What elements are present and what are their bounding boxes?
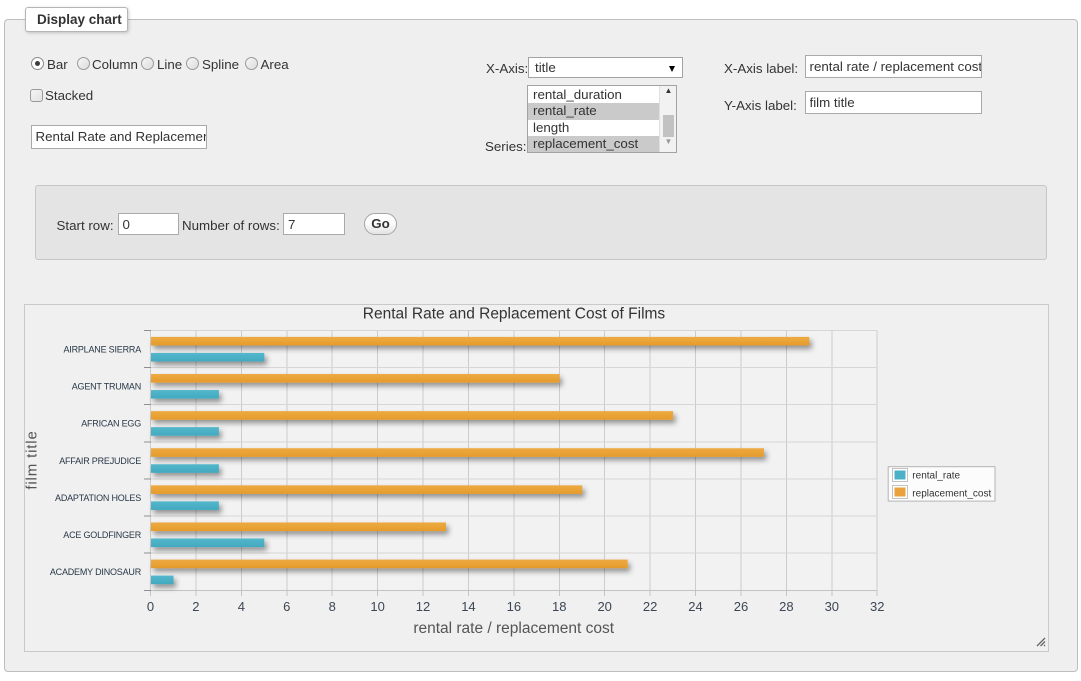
svg-text:18: 18: [552, 599, 566, 614]
svg-text:ACADEMY DINOSAUR: ACADEMY DINOSAUR: [50, 567, 142, 577]
svg-text:ACE GOLDFINGER: ACE GOLDFINGER: [63, 530, 141, 540]
svg-text:16: 16: [507, 599, 521, 614]
svg-text:2: 2: [192, 599, 199, 614]
svg-text:rental rate / replacement cost: rental rate / replacement cost: [413, 620, 614, 637]
svg-text:22: 22: [643, 599, 657, 614]
svg-text:10: 10: [370, 599, 384, 614]
svg-text:20: 20: [597, 599, 611, 614]
svg-text:14: 14: [461, 599, 475, 614]
svg-text:6: 6: [283, 599, 290, 614]
svg-text:24: 24: [688, 599, 702, 614]
svg-text:0: 0: [147, 599, 154, 614]
svg-text:32: 32: [870, 599, 884, 614]
svg-text:Rental Rate and Replacement Co: Rental Rate and Replacement Cost of Film…: [363, 306, 666, 323]
svg-text:AFRICAN EGG: AFRICAN EGG: [81, 419, 141, 429]
svg-text:28: 28: [779, 599, 793, 614]
svg-text:26: 26: [734, 599, 748, 614]
svg-text:replacement_cost: replacement_cost: [912, 488, 991, 499]
svg-text:ADAPTATION HOLES: ADAPTATION HOLES: [55, 493, 141, 503]
svg-text:film title: film title: [24, 430, 41, 489]
svg-text:AGENT TRUMAN: AGENT TRUMAN: [72, 382, 141, 392]
svg-text:8: 8: [329, 599, 336, 614]
svg-text:AFFAIR PREJUDICE: AFFAIR PREJUDICE: [59, 456, 141, 466]
svg-text:4: 4: [238, 599, 245, 614]
svg-text:12: 12: [416, 599, 430, 614]
svg-text:AIRPLANE SIERRA: AIRPLANE SIERRA: [63, 344, 141, 354]
svg-text:rental_rate: rental_rate: [912, 471, 960, 482]
svg-text:30: 30: [825, 599, 839, 614]
